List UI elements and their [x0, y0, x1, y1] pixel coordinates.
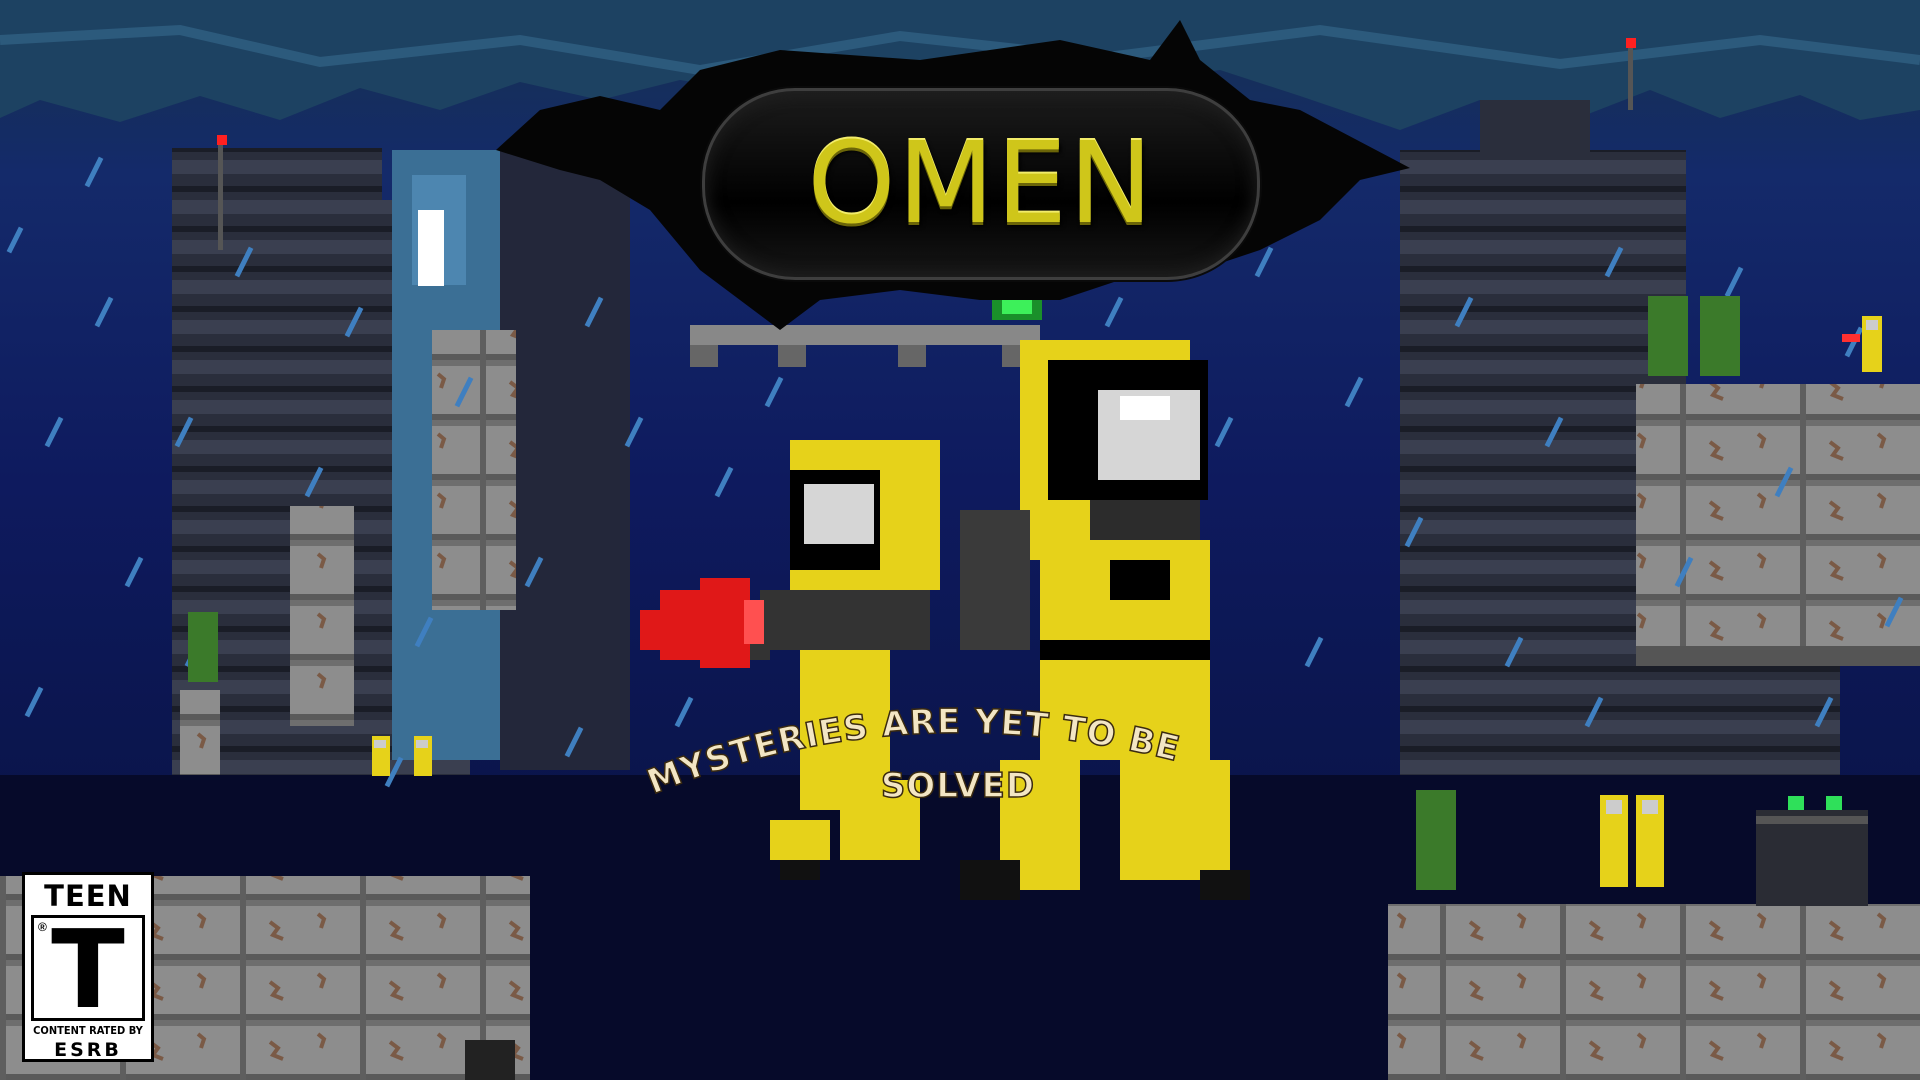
right-floor	[1388, 904, 1920, 1080]
generator	[1756, 796, 1868, 906]
rating-letter: T	[51, 908, 125, 1033]
metal-pillar	[432, 330, 516, 610]
upper-platform	[690, 325, 1040, 345]
rating-org: ESRB	[54, 1039, 122, 1061]
game-title-plate: OMEN	[702, 88, 1260, 280]
esrb-rating-badge: TEEN ® T CONTENT RATED BY ESRB	[22, 872, 154, 1062]
rating-content-line: CONTENT RATED BY	[33, 1024, 143, 1037]
game-title: OMEN	[807, 119, 1155, 249]
right-metal-block	[1636, 384, 1920, 646]
rating-letter-box: ® T	[31, 912, 145, 1030]
